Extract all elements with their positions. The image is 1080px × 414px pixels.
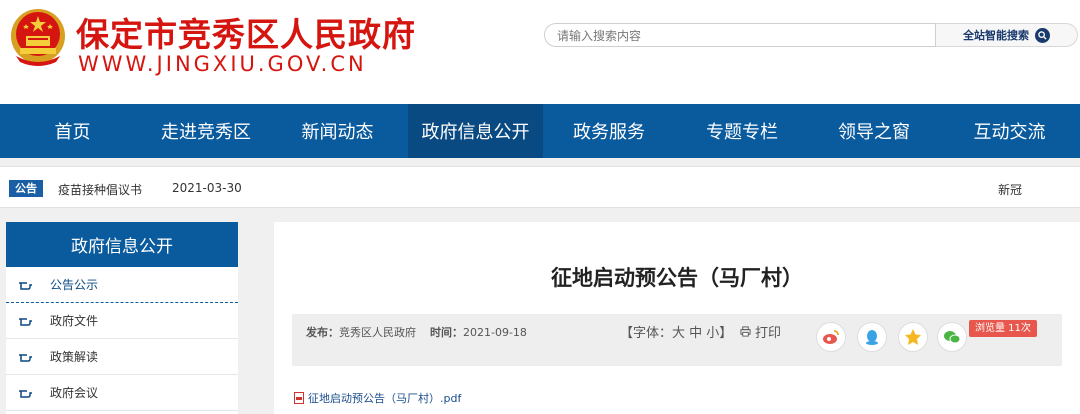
sidebar: 政府信息公开 公告公示 政府文件 政策解读 政府会议 [6,222,238,414]
article-date: 时间：2021-09-18 [430,324,527,340]
sidebar-item-label: 政府文件 [50,314,99,328]
attachment-label: 征地启动预公告（马厂村）.pdf [308,392,462,405]
sidebar-item-label: 政策解读 [50,350,99,364]
pdf-file-icon [294,392,304,404]
main-nav: 首页 走进竞秀区 新闻动态 政府信息公开 政务服务 专题专栏 领导之窗 互动交流 [0,104,1080,158]
site-search-label: 全站智能搜索 [963,29,1029,42]
article-panel: 征地启动预公告（马厂村） 发布：竞秀区人民政府 时间：2021-09-18 【字… [274,222,1080,414]
publisher-value: 竞秀区人民政府 [339,326,416,339]
print-label: 打印 [755,326,782,341]
nav-item-interaction[interactable]: 互动交流 [939,104,1080,158]
notice-badge: 公告 [9,180,43,197]
search-input[interactable]: 请输入搜索内容 [544,23,936,47]
site-url: WWW.JINGXIU.GOV.CN [78,52,367,76]
attachment-link[interactable]: 征地启动预公告（马厂村）.pdf [294,390,461,406]
search-icon [1035,27,1050,43]
pointing-hand-icon [19,353,32,362]
sidebar-item-label: 公告公示 [50,278,99,292]
wechat-share-icon[interactable] [937,322,967,352]
nav-item-home[interactable]: 首页 [0,104,145,158]
pointing-hand-icon [19,281,32,290]
site-title: 保定市竞秀区人民政府 [76,15,416,54]
nav-item-topics[interactable]: 专题专栏 [675,104,809,158]
time-label: 时间： [430,326,463,339]
notice-bar: 公告 疫苗接种倡议书 2021-03-30 新冠 [0,166,1080,208]
print-button[interactable]: 打印 [740,322,781,341]
notice-date: 2021-03-30 [172,181,242,195]
publisher-label: 发布： [306,326,339,339]
national-emblem-icon [11,9,65,66]
nav-item-news[interactable]: 新闻动态 [267,104,408,158]
font-size-controls[interactable]: 【字体：大 中 小】 [620,322,732,341]
nav-item-gov-info[interactable]: 政府信息公开 [408,104,543,158]
pointing-hand-icon [19,317,32,326]
view-count-badge: 浏览量 11次 [969,320,1037,337]
article-publisher: 发布：竞秀区人民政府 [306,324,416,340]
notice-link[interactable]: 疫苗接种倡议书 [58,181,142,198]
sidebar-item-documents[interactable]: 政府文件 [6,303,238,339]
printer-icon [740,326,751,337]
notice-link-next[interactable]: 新冠 [998,181,1030,198]
sidebar-heading: 政府信息公开 [6,222,238,267]
article-title: 征地启动预公告（马厂村） [551,266,803,290]
nav-item-leaders[interactable]: 领导之窗 [809,104,939,158]
qzone-share-icon[interactable] [898,322,928,352]
site-header: 保定市竞秀区人民政府 WWW.JINGXIU.GOV.CN 请输入搜索内容 全站… [0,0,1080,104]
pointing-hand-icon [19,389,32,398]
time-value: 2021-09-18 [463,326,527,339]
sidebar-item-meetings[interactable]: 政府会议 [6,375,238,411]
weibo-share-icon[interactable] [816,322,846,352]
nav-item-about[interactable]: 走进竞秀区 [145,104,267,158]
sidebar-item-announcements[interactable]: 公告公示 [6,267,238,303]
site-search-button[interactable]: 全站智能搜索 [936,23,1078,47]
qq-share-icon[interactable] [857,322,887,352]
sidebar-item-policy-interpretation[interactable]: 政策解读 [6,339,238,375]
nav-item-services[interactable]: 政务服务 [543,104,675,158]
sidebar-item-label: 政府会议 [50,386,99,400]
article-meta-bar: 发布：竞秀区人民政府 时间：2021-09-18 【字体：大 中 小】 打印 浏… [292,314,1062,366]
